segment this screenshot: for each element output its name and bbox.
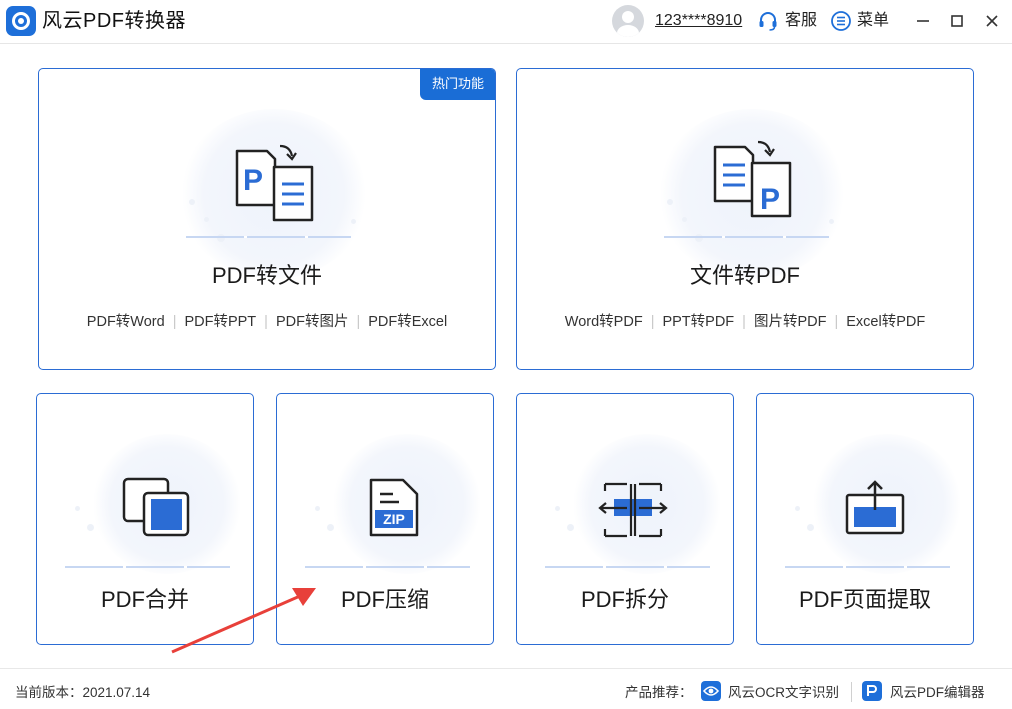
link-word-to-pdf[interactable]: Word转PDF: [565, 314, 643, 330]
pdf-compress-title: PDF压缩: [340, 587, 429, 612]
product-pdf-editor-link[interactable]: 风云PDF编辑器: [890, 684, 985, 702]
avatar[interactable]: [612, 5, 644, 37]
footer-separator: [851, 682, 852, 702]
link-excel-to-pdf[interactable]: Excel转PDF: [846, 314, 925, 330]
card-underline: [545, 566, 710, 568]
pdf-to-file-card[interactable]: P PDF转文件 PDF转Word | PDF转PPT | PDF转图片 | PDF转Exc…: [38, 68, 496, 370]
card-underline: [785, 566, 950, 568]
merge-icon: [122, 477, 190, 537]
page-extract-icon: [845, 480, 905, 535]
zip-file-icon: ZIP: [369, 478, 419, 537]
title-bar: 风云PDF转换器 123****8910 客服 菜单: [0, 0, 1012, 44]
link-pdf-to-ppt[interactable]: PDF转PPT: [184, 314, 256, 330]
card-underline: [65, 566, 230, 568]
close-icon[interactable]: [981, 10, 1003, 32]
file-to-pdf-title: 文件转PDF: [689, 263, 800, 288]
zip-label: ZIP: [383, 511, 405, 527]
link-separator: |: [172, 314, 177, 330]
link-separator: |: [264, 314, 268, 330]
link-separator: |: [834, 314, 839, 330]
app-logo-icon: [6, 6, 36, 36]
pdf-extract-title: PDF页面提取: [798, 587, 931, 612]
link-pdf-to-word[interactable]: PDF转Word: [87, 314, 165, 330]
user-account-link[interactable]: 123****8910: [655, 11, 742, 31]
app-title: 风云PDF转换器: [42, 10, 186, 32]
ocr-eye-icon[interactable]: [701, 681, 721, 701]
link-image-to-pdf[interactable]: 图片转PDF: [754, 314, 827, 330]
link-pdf-to-excel[interactable]: PDF转Excel: [368, 314, 447, 330]
pdf-to-file-links: PDF转Word | PDF转PPT | PDF转图片 | PDF转Excel: [39, 313, 495, 331]
menu-button[interactable]: 菜单: [857, 11, 889, 31]
pdf-to-file-icon: P: [235, 144, 314, 222]
file-to-pdf-icon: P: [713, 140, 792, 218]
card-underline: [664, 236, 829, 238]
version-text: 当前版本：2021.07.14: [15, 685, 151, 700]
recommend-label: 产品推荐：: [625, 685, 693, 700]
file-to-pdf-links: Word转PDF | PPT转PDF | 图片转PDF | Excel转PDF: [517, 313, 973, 331]
service-button[interactable]: 客服: [785, 11, 817, 31]
pdf-split-card[interactable]: PDF拆分: [516, 393, 734, 645]
link-ppt-to-pdf[interactable]: PPT转PDF: [662, 314, 734, 330]
pdf-editor-icon[interactable]: [862, 681, 882, 701]
product-ocr-link[interactable]: 风云OCR文字识别: [728, 684, 839, 702]
link-separator: |: [356, 314, 361, 330]
file-to-pdf-card[interactable]: P 文件转PDF Word转PDF | PPT转PDF | 图片转PDF | Excel转P…: [516, 68, 974, 370]
link-separator: |: [742, 314, 746, 330]
svg-text:P: P: [760, 183, 780, 216]
maximize-icon[interactable]: [946, 10, 968, 32]
pdf-merge-title: PDF合并: [100, 587, 189, 612]
pdf-to-file-title: PDF转文件: [211, 263, 322, 288]
headset-icon[interactable]: [757, 10, 779, 32]
link-separator: |: [650, 314, 655, 330]
link-pdf-to-image[interactable]: PDF转图片: [276, 314, 349, 330]
menu-list-icon[interactable]: [830, 10, 852, 32]
pdf-split-title: PDF拆分: [580, 587, 669, 612]
card-underline: [186, 236, 351, 238]
minimize-icon[interactable]: [912, 10, 934, 32]
pdf-extract-card[interactable]: PDF页面提取: [756, 393, 974, 645]
split-icon: [598, 482, 668, 538]
pdf-merge-card[interactable]: PDF合并: [36, 393, 254, 645]
svg-text:P: P: [243, 164, 263, 197]
pdf-compress-card[interactable]: ZIP PDF压缩: [276, 393, 494, 645]
hot-feature-badge: 热门功能: [420, 69, 495, 100]
footer-divider: [0, 668, 1012, 669]
card-underline: [305, 566, 470, 568]
